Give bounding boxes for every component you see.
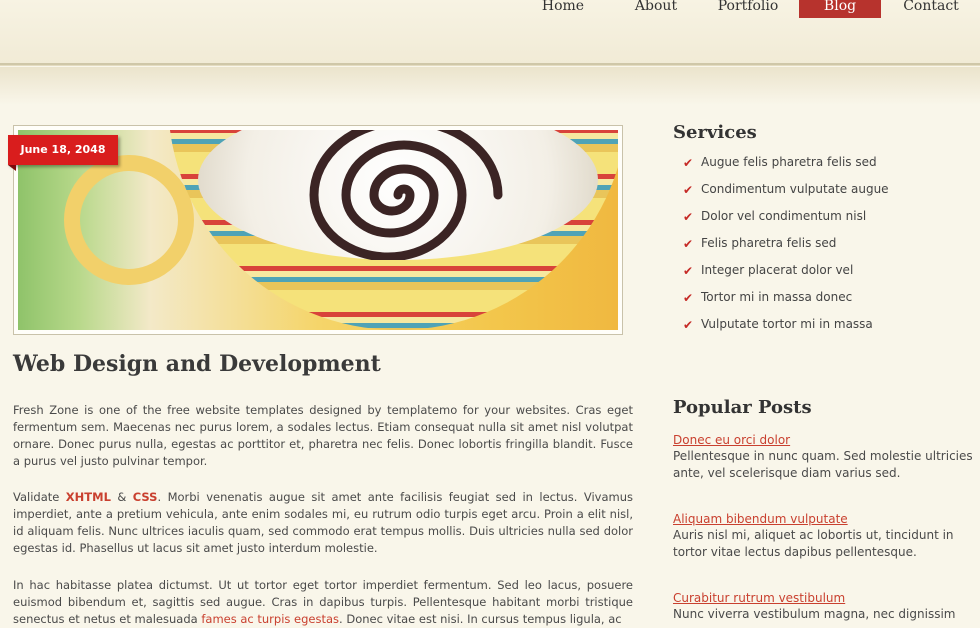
popular-post-link[interactable]: Donec eu orci dolor (673, 432, 973, 448)
service-label: Felis pharetra felis sed (701, 236, 837, 250)
popular-post-link[interactable]: Curabitur rutrum vestibulum (673, 590, 973, 606)
service-item[interactable]: ✔ Condimentum vulputate augue (673, 182, 973, 209)
popular-post-excerpt: Pellentesque in nunc quam. Sed molestie … (673, 449, 973, 480)
main-nav: Home About Portfolio Blog Contact (0, 0, 980, 20)
popular-post: Donec eu orci dolor Pellentesque in nunc… (673, 432, 973, 482)
service-item[interactable]: ✔ Felis pharetra felis sed (673, 236, 973, 263)
post-date-badge: June 18, 2048 (8, 135, 118, 171)
post-title: Web Design and Development (13, 351, 381, 377)
service-item[interactable]: ✔ Dolor vel condimentum nisl (673, 209, 973, 236)
post-paragraph-1: Fresh Zone is one of the free website te… (13, 403, 633, 468)
service-item[interactable]: ✔ Integer placerat dolor vel (673, 263, 973, 290)
popular-post: Aliquam bibendum vulputate Auris nisl mi… (673, 511, 973, 561)
service-label: Vulputate tortor mi in massa (701, 317, 873, 331)
css-link[interactable]: CSS (133, 490, 158, 504)
service-item[interactable]: ✔ Tortor mi in massa donec (673, 290, 973, 317)
post-paragraph-3: In hac habitasse platea dictumst. Ut ut … (13, 577, 633, 628)
checkmark-icon: ✔ (683, 237, 694, 251)
post-paragraph-2: Validate XHTML & CSS. Morbi venenatis au… (13, 489, 633, 557)
checkmark-icon: ✔ (683, 318, 694, 332)
service-label: Dolor vel condimentum nisl (701, 209, 867, 223)
nav-blog[interactable]: Blog (799, 0, 881, 18)
popular-post-excerpt: Nunc viverra vestibulum magna, nec digni… (673, 607, 956, 621)
services-section: Services ✔ Augue felis pharetra felis sed… (673, 122, 973, 344)
popular-post-excerpt: Auris nisl mi, aliquet ac lobortis ut, t… (673, 528, 954, 559)
nav-contact[interactable]: Contact (898, 0, 964, 18)
services-list: ✔ Augue felis pharetra felis sed ✔ Condime… (673, 155, 973, 344)
service-item[interactable]: ✔ Vulputate tortor mi in massa (673, 317, 973, 344)
nav-portfolio[interactable]: Portfolio (712, 0, 784, 18)
nav-about[interactable]: About (626, 0, 686, 18)
header-divider (0, 63, 980, 66)
popular-posts-title: Popular Posts (673, 397, 812, 418)
service-label: Condimentum vulputate augue (701, 182, 889, 196)
service-item[interactable]: ✔ Augue felis pharetra felis sed (673, 155, 973, 182)
p2-amp: & (110, 490, 133, 504)
xhtml-link[interactable]: XHTML (66, 490, 111, 504)
checkmark-icon: ✔ (683, 264, 694, 278)
chocolate-swirl (309, 130, 503, 262)
checkmark-icon: ✔ (683, 291, 694, 305)
services-title: Services (673, 122, 757, 143)
checkmark-icon: ✔ (683, 210, 694, 224)
nav-home[interactable]: Home (532, 0, 594, 18)
popular-posts-section: Popular Posts Donec eu orci dolor Pellen… (673, 397, 973, 623)
p2-prefix: Validate (13, 490, 66, 504)
header-shadow (0, 67, 980, 105)
checkmark-icon: ✔ (683, 183, 694, 197)
service-label: Tortor mi in massa donec (701, 290, 853, 304)
cup-handle (64, 155, 194, 285)
service-label: Augue felis pharetra felis sed (701, 155, 877, 169)
service-label: Integer placerat dolor vel (701, 263, 854, 277)
cup-foam (198, 130, 598, 262)
popular-post: Curabitur rutrum vestibulum Nunc viverra… (673, 590, 973, 623)
popular-post-link[interactable]: Aliquam bibendum vulputate (673, 511, 973, 527)
checkmark-icon: ✔ (683, 156, 694, 170)
